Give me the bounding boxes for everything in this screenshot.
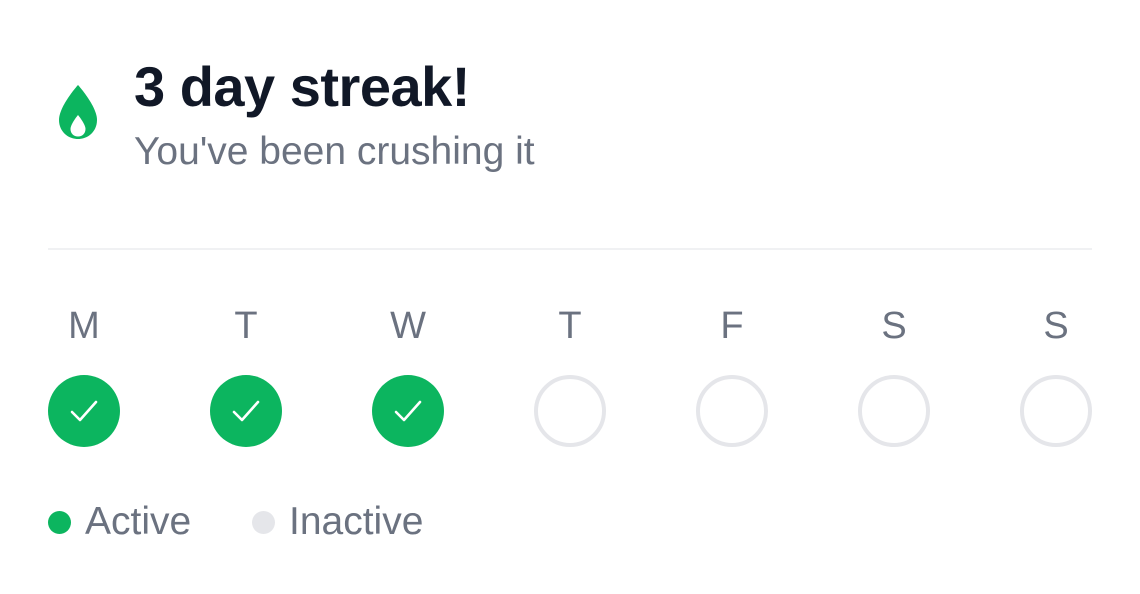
streak-title: 3 day streak! <box>134 55 470 118</box>
legend: Active Inactive <box>48 496 648 548</box>
day-thursday: T <box>534 300 606 450</box>
day-status-active <box>210 375 282 447</box>
streak-card: 3 day streak! You've been crushing it M … <box>0 0 1140 594</box>
streak-subtitle: You've been crushing it <box>134 130 535 173</box>
week-days: M T W T F S S <box>48 300 1092 460</box>
day-status-inactive <box>696 375 768 447</box>
active-dot-icon <box>48 511 71 534</box>
day-label: S <box>1043 305 1069 347</box>
day-label: M <box>68 305 100 347</box>
check-icon <box>394 400 422 422</box>
day-status-inactive <box>534 375 606 447</box>
day-label: W <box>390 305 426 347</box>
day-friday: F <box>696 300 768 450</box>
day-label: T <box>234 305 258 347</box>
day-saturday: S <box>858 300 930 450</box>
divider <box>48 248 1092 250</box>
day-label: T <box>558 305 582 347</box>
day-tuesday: T <box>210 300 282 450</box>
day-status-active <box>372 375 444 447</box>
streak-header: 3 day streak! You've been crushing it <box>48 48 1092 188</box>
day-label: S <box>881 305 907 347</box>
flame-icon <box>59 85 97 139</box>
day-sunday: S <box>1020 300 1092 450</box>
day-label: F <box>720 305 744 347</box>
legend-label-inactive: Inactive <box>289 500 424 543</box>
day-status-inactive <box>858 375 930 447</box>
day-wednesday: W <box>372 300 444 450</box>
day-status-active <box>48 375 120 447</box>
inactive-dot-icon <box>252 511 275 534</box>
check-icon <box>232 400 260 422</box>
legend-label-active: Active <box>85 500 192 543</box>
day-monday: M <box>48 300 120 450</box>
day-status-inactive <box>1020 375 1092 447</box>
check-icon <box>70 400 98 422</box>
